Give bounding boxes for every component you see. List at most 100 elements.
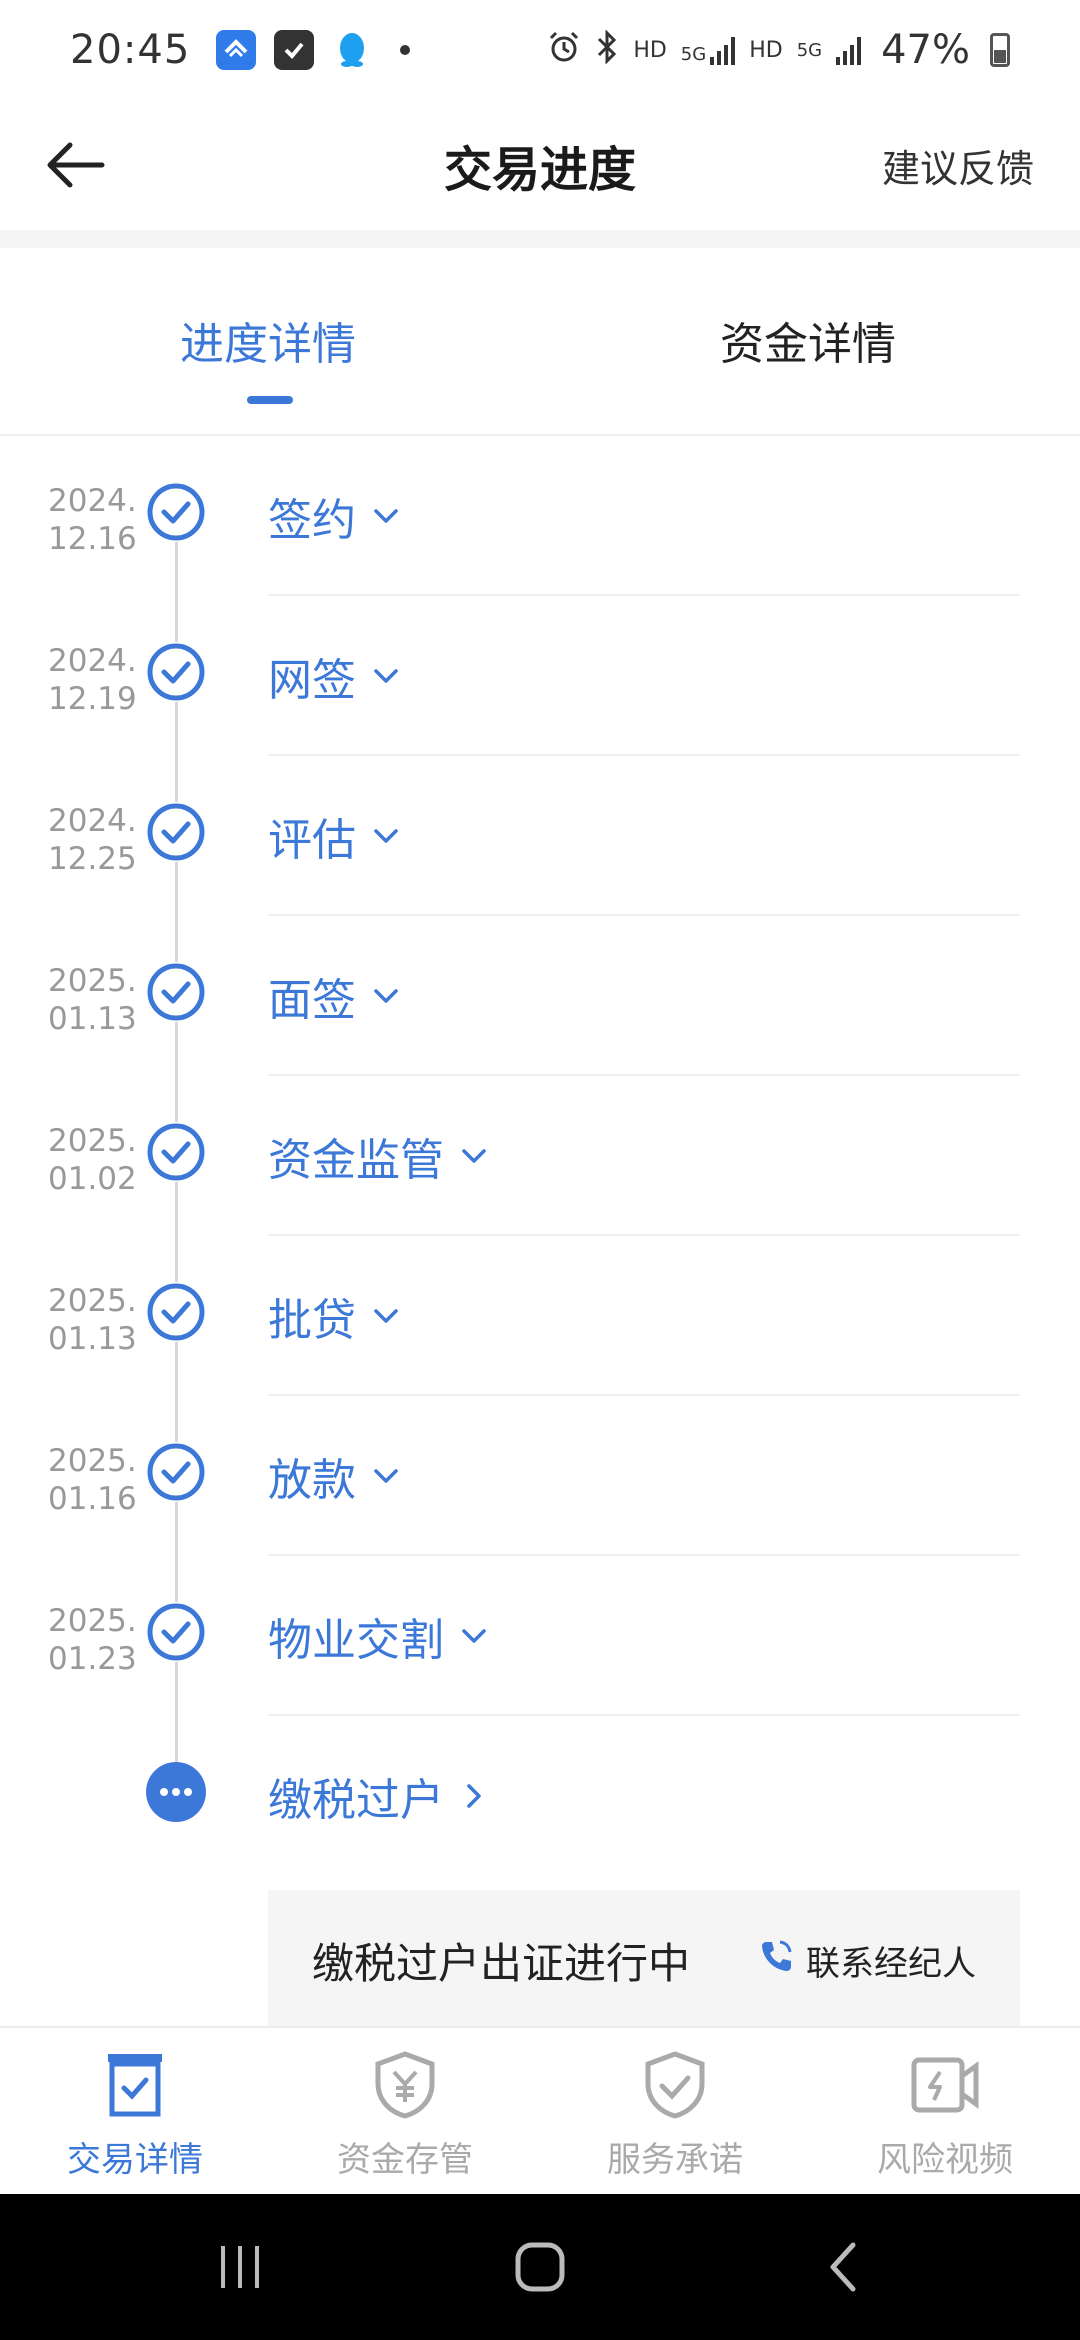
signal-icon bbox=[836, 35, 862, 65]
home-button[interactable] bbox=[505, 2232, 575, 2302]
status-right: HD 5G HD 5G 47% bbox=[547, 27, 1010, 73]
system-back-button[interactable] bbox=[808, 2232, 878, 2302]
chevron-down-icon bbox=[460, 1622, 488, 1650]
step-date: 2025. 01.02 bbox=[48, 1122, 148, 1198]
check-circle-icon bbox=[146, 1442, 206, 1502]
step-label-text: 放款 bbox=[268, 1455, 356, 1506]
step-date: 2025. 01.13 bbox=[48, 962, 148, 1038]
check-circle-icon bbox=[146, 802, 206, 862]
step-date-md: 12.16 bbox=[48, 521, 137, 557]
nav-label: 资金存管 bbox=[337, 2140, 473, 2180]
check-circle-icon bbox=[146, 482, 206, 542]
contact-agent-label: 联系经纪人 bbox=[806, 1943, 976, 1984]
step-date-year: 2025. bbox=[48, 1603, 137, 1639]
step-label: 物业交割 bbox=[268, 1604, 488, 1668]
step-label: 批贷 bbox=[268, 1284, 400, 1348]
step-date-md: 12.25 bbox=[48, 841, 137, 877]
status-time: 20:45 bbox=[70, 27, 191, 73]
5g-signal-icon: 5G bbox=[680, 35, 736, 65]
checkbox-app-icon bbox=[274, 30, 315, 70]
timeline-step-property-handover[interactable]: 2025. 01.23 物业交割 bbox=[0, 1556, 1080, 1716]
header: 交易进度 建议反馈 bbox=[0, 100, 1080, 230]
step-date-year: 2024. bbox=[48, 803, 137, 839]
nav-risk-video[interactable]: 风险视频 bbox=[810, 2028, 1080, 2194]
step-date-year: 2025. bbox=[48, 963, 137, 999]
step-date-year: 2025. bbox=[48, 1123, 137, 1159]
step-label: 签约 bbox=[268, 484, 400, 548]
step-date-year: 2025. bbox=[48, 1443, 137, 1479]
step-label-text: 面签 bbox=[268, 975, 356, 1026]
active-tab-indicator bbox=[247, 396, 293, 404]
tab-bar: 进度详情 资金详情 bbox=[0, 248, 1080, 436]
network-type-label: 5G bbox=[680, 44, 707, 65]
step-label: 放款 bbox=[268, 1444, 400, 1508]
header-separator bbox=[0, 230, 1080, 248]
step-date-md: 01.13 bbox=[48, 1321, 137, 1357]
check-circle-icon bbox=[146, 1282, 206, 1342]
timeline-step-online-signing[interactable]: 2024. 12.19 网签 bbox=[0, 596, 1080, 756]
nav-transaction-detail[interactable]: 交易详情 bbox=[0, 2028, 270, 2194]
hd-icon: HD bbox=[633, 37, 667, 63]
step-date-md: 01.23 bbox=[48, 1641, 137, 1677]
system-navigation-bar bbox=[0, 2194, 1080, 2340]
timeline-step-signing[interactable]: 2024. 12.16 签约 bbox=[0, 436, 1080, 596]
page-title: 交易进度 bbox=[443, 142, 636, 198]
step-label: 资金监管 bbox=[268, 1124, 488, 1188]
timeline-step-tax-transfer[interactable]: 缴税过户 bbox=[0, 1716, 1080, 1876]
bottom-nav: 交易详情 资金存管 服务承诺 风险视频 bbox=[0, 2026, 1080, 2194]
back-arrow-icon bbox=[47, 142, 105, 188]
nav-label: 风险视频 bbox=[877, 2140, 1013, 2180]
step-label: 面签 bbox=[268, 964, 400, 1028]
step-label-text: 网签 bbox=[268, 655, 356, 706]
nav-label: 服务承诺 bbox=[607, 2140, 743, 2180]
chevron-right-icon bbox=[460, 1782, 488, 1810]
step-label-text: 评估 bbox=[268, 815, 356, 866]
status-left: 20:45 bbox=[70, 27, 411, 73]
nav-service-promise[interactable]: 服务承诺 bbox=[540, 2028, 810, 2194]
contact-agent-button[interactable]: 联系经纪人 bbox=[756, 1936, 976, 1985]
timeline-step-appraisal[interactable]: 2024. 12.25 评估 bbox=[0, 756, 1080, 916]
chevron-down-icon bbox=[372, 982, 400, 1010]
chevron-down-icon bbox=[372, 662, 400, 690]
recent-apps-button[interactable] bbox=[205, 2232, 275, 2302]
status-bar: 20:45 HD 5G HD 5G 47% bbox=[0, 0, 1080, 100]
step-label: 网签 bbox=[268, 644, 400, 708]
nav-fund-custody[interactable]: 资金存管 bbox=[270, 2028, 540, 2194]
step-label: 评估 bbox=[268, 804, 400, 868]
step-date-md: 12.19 bbox=[48, 681, 137, 717]
back-button[interactable] bbox=[40, 130, 110, 200]
phone-icon bbox=[756, 1936, 796, 1985]
timeline-step-fund-supervision[interactable]: 2025. 01.02 资金监管 bbox=[0, 1076, 1080, 1236]
tab-fund-detail[interactable]: 资金详情 bbox=[720, 308, 896, 372]
step-date: 2024. 12.25 bbox=[48, 802, 148, 878]
current-status-text: 缴税过户出证进行中 bbox=[312, 1938, 691, 1988]
vpn-app-icon bbox=[216, 30, 257, 70]
service-promise-shield-icon bbox=[638, 2048, 712, 2122]
chevron-down-icon bbox=[372, 822, 400, 850]
step-date: 2025. 01.16 bbox=[48, 1442, 148, 1518]
feedback-button[interactable]: 建议反馈 bbox=[882, 138, 1034, 193]
chevron-down-icon bbox=[372, 1462, 400, 1490]
progress-timeline: 2024. 12.16 签约 2024. 12.19 网签 2024. 12.25 评… bbox=[0, 436, 1080, 2036]
step-label-text: 物业交割 bbox=[268, 1615, 444, 1666]
timeline-step-loan-approval[interactable]: 2025. 01.13 批贷 bbox=[0, 1236, 1080, 1396]
fund-custody-shield-icon bbox=[368, 2048, 442, 2122]
step-label-text: 资金监管 bbox=[268, 1135, 444, 1186]
risk-video-icon bbox=[908, 2048, 982, 2122]
tab-progress-detail[interactable]: 进度详情 bbox=[180, 308, 356, 372]
in-progress-dots-icon bbox=[146, 1762, 206, 1822]
chevron-down-icon bbox=[372, 502, 400, 530]
check-circle-icon bbox=[146, 642, 206, 702]
check-circle-icon bbox=[146, 1602, 206, 1662]
hd-icon: HD bbox=[749, 37, 783, 63]
step-label-text: 签约 bbox=[268, 495, 356, 546]
bluetooth-icon bbox=[595, 29, 619, 70]
current-status-card: 缴税过户出证进行中 联系经纪人 bbox=[268, 1890, 1020, 2030]
step-date: 2024. 12.16 bbox=[48, 482, 148, 558]
step-date-md: 01.16 bbox=[48, 1481, 137, 1517]
alarm-icon bbox=[547, 30, 581, 70]
nav-label: 交易详情 bbox=[67, 2140, 203, 2180]
timeline-step-loan-disbursement[interactable]: 2025. 01.16 放款 bbox=[0, 1396, 1080, 1556]
timeline-step-interview[interactable]: 2025. 01.13 面签 bbox=[0, 916, 1080, 1076]
check-circle-icon bbox=[146, 962, 206, 1022]
